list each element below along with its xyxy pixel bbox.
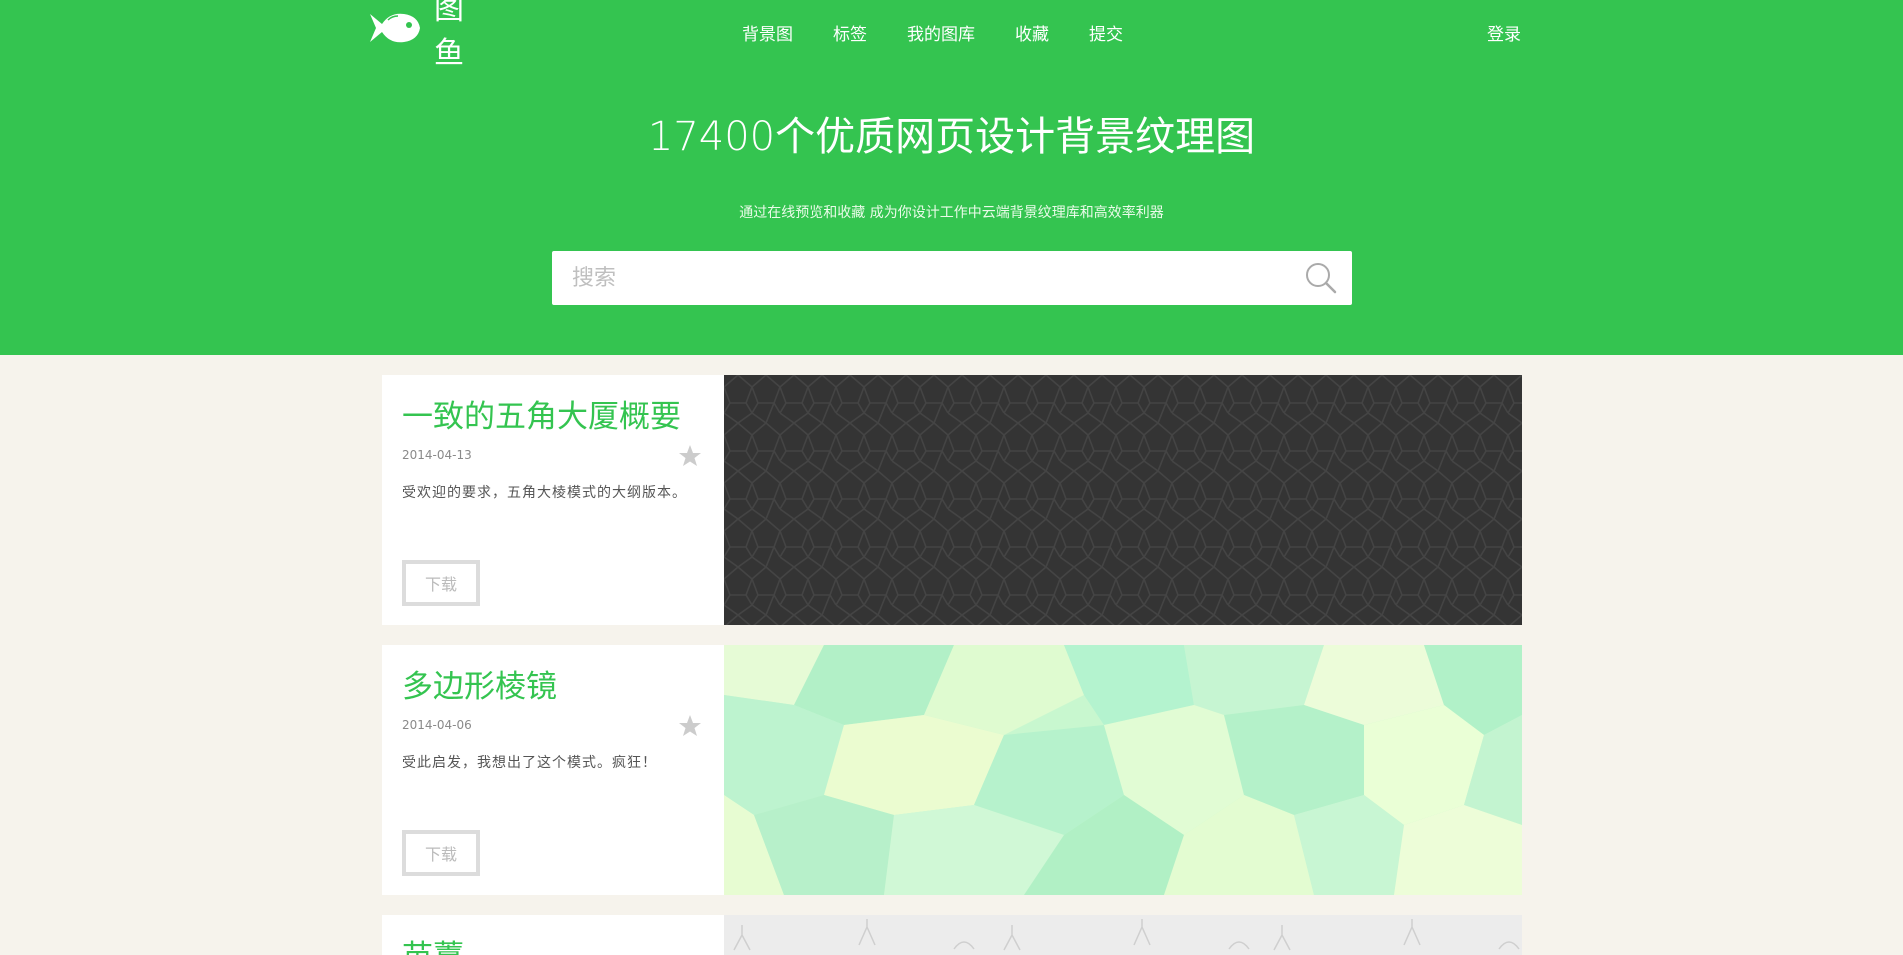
brand-name: 图鱼 xyxy=(434,0,474,71)
favorite-star-icon[interactable] xyxy=(678,444,702,468)
card-title[interactable]: 多边形棱镜 xyxy=(402,661,557,706)
card-date: 2014-04-06 xyxy=(402,718,472,732)
nav-item-submit[interactable]: 提交 xyxy=(1089,20,1123,45)
card-info: 一致的五角大厦概要 2014-04-13 受欢迎的要求，五角大棱模式的大纲版本。… xyxy=(382,375,724,625)
card-description: 受欢迎的要求，五角大棱模式的大纲版本。 xyxy=(402,485,687,501)
hero-title: 17400个优质网页设计背景纹理图 xyxy=(647,114,1256,160)
pattern-card: 一致的五角大厦概要 2014-04-13 受欢迎的要求，五角大棱模式的大纲版本。… xyxy=(382,375,1522,625)
pattern-card: 多边形棱镜 2014-04-06 受此启发，我想出了这个模式。疯狂！ 下载 xyxy=(382,645,1522,895)
favorite-star-icon[interactable] xyxy=(678,714,702,738)
site-header: 图鱼 背景图 标签 我的图库 收藏 提交 登录 17400个优质网页设计背景纹理… xyxy=(0,0,1903,355)
card-info: 苗薹 xyxy=(382,915,724,955)
search-icon[interactable] xyxy=(1304,261,1338,295)
download-button[interactable]: 下载 xyxy=(402,560,480,606)
pattern-preview-image[interactable] xyxy=(724,915,1522,955)
download-button[interactable]: 下载 xyxy=(402,830,480,876)
hero-subtitle: 通过在线预览和收藏 成为你设计工作中云端背景纹理库和高效率利器 xyxy=(739,205,1164,221)
fish-logo-icon xyxy=(368,8,420,48)
main-nav: 背景图 标签 我的图库 收藏 提交 xyxy=(742,20,1123,45)
logo[interactable]: 图鱼 xyxy=(368,0,508,71)
pattern-preview-image[interactable] xyxy=(724,645,1522,895)
nav-item-backgrounds[interactable]: 背景图 xyxy=(742,20,793,45)
pattern-card: 苗薹 xyxy=(382,915,1522,955)
nav-item-tags[interactable]: 标签 xyxy=(833,20,867,45)
card-title[interactable]: 一致的五角大厦概要 xyxy=(402,391,681,436)
nav-item-favorites[interactable]: 收藏 xyxy=(1015,20,1049,45)
nav-item-my-library[interactable]: 我的图库 xyxy=(907,20,975,45)
login-link[interactable]: 登录 xyxy=(1487,20,1521,45)
search-input[interactable] xyxy=(552,251,1292,305)
card-title[interactable]: 苗薹 xyxy=(402,931,464,955)
card-info: 多边形棱镜 2014-04-06 受此启发，我想出了这个模式。疯狂！ 下载 xyxy=(382,645,724,895)
search-box xyxy=(552,251,1352,305)
pattern-preview-image[interactable] xyxy=(724,375,1522,625)
card-date: 2014-04-13 xyxy=(402,448,472,462)
card-description: 受此启发，我想出了这个模式。疯狂！ xyxy=(402,755,657,771)
